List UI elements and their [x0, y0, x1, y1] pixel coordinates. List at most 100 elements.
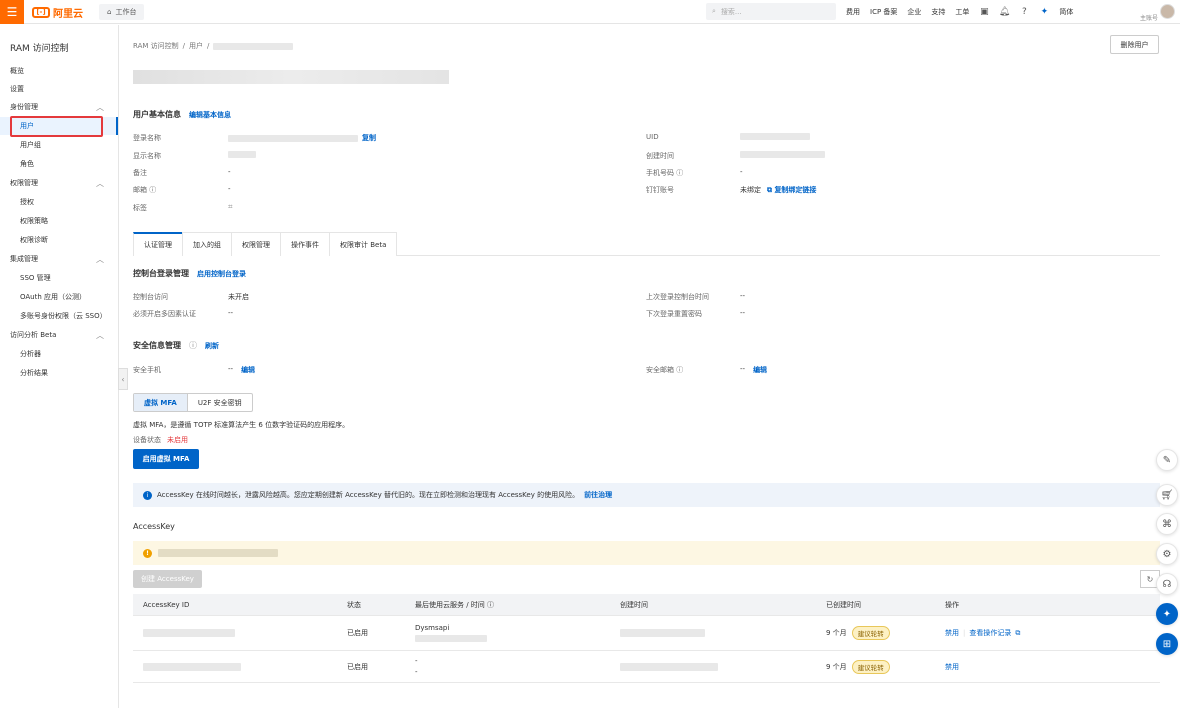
disable-link[interactable]: 禁用	[945, 628, 959, 638]
edit-security-phone-link[interactable]: 编辑	[241, 365, 255, 375]
tag-icon[interactable]: ⌗	[228, 202, 233, 212]
sidebar-item-cloud-sso[interactable]: 多账号身份权限（云 SSO）	[0, 307, 118, 325]
top-link-ticket[interactable]: 工单	[955, 7, 969, 17]
breadcrumb-users[interactable]: 用户	[189, 41, 203, 51]
refresh-security-link[interactable]: 刷新	[205, 341, 219, 351]
sidebar-item-sso[interactable]: SSO 管理	[0, 269, 118, 287]
sidebar-item-label: SSO 管理	[20, 274, 51, 282]
search-icon: ⌕	[712, 7, 716, 15]
sidebar-item-label: 用户组	[20, 141, 41, 149]
phone-value: -	[740, 168, 743, 176]
tab-audit[interactable]: 权限审计 Beta	[329, 232, 398, 256]
sidebar-item-policies[interactable]: 权限策略	[0, 212, 118, 230]
sidebar-item-label: 多账号身份权限（云 SSO）	[20, 312, 107, 320]
created-cell	[620, 651, 718, 682]
sidebar-item-oauth[interactable]: OAuth 应用（公测）	[0, 288, 118, 306]
breadcrumb-separator: /	[182, 42, 185, 50]
disable-link[interactable]: 禁用	[945, 662, 959, 672]
account-type: 主账号	[1139, 15, 1158, 22]
tab-groups[interactable]: 加入的组	[182, 232, 232, 256]
sidebar-item-grant[interactable]: 授权	[0, 193, 118, 211]
create-accesskey-button[interactable]: 创建 AccessKey	[133, 570, 202, 588]
sidebar-group-permissions[interactable]: 权限管理 ︿	[0, 174, 118, 192]
sidebar-item-settings[interactable]: 设置	[0, 80, 118, 98]
last-used-time-redacted	[415, 635, 487, 642]
status-cell: 已启用	[347, 662, 368, 671]
security-phone-text: --	[228, 365, 234, 373]
bell-icon[interactable]: 🔔︎	[999, 7, 1010, 17]
sidebar-item-user-groups[interactable]: 用户组	[0, 136, 118, 154]
top-link-fees[interactable]: 费用	[846, 7, 860, 17]
workbench-label: 工作台	[115, 8, 137, 16]
account-info[interactable]: 主账号	[1108, 2, 1158, 22]
tab-events[interactable]: 操作事件	[280, 232, 330, 256]
cart-float-icon[interactable]: 🛒︎	[1156, 484, 1178, 506]
edit-float-icon[interactable]: ✎	[1156, 449, 1178, 471]
help-icon[interactable]: ⓘ	[189, 340, 197, 351]
view-log-link[interactable]: 查看操作记录	[969, 628, 1011, 638]
phone-label: 手机号码 ⓘ	[646, 168, 683, 178]
sidebar-item-results[interactable]: 分析结果	[0, 364, 118, 382]
assistant-icon[interactable]: ✦	[1039, 7, 1049, 17]
edit-basic-info-link[interactable]: 编辑基本信息	[189, 110, 231, 120]
sidebar-item-overview[interactable]: 概览	[0, 62, 118, 80]
sidebar-item-analyzer[interactable]: 分析器	[0, 345, 118, 363]
help-icon[interactable]: ⓘ	[487, 600, 494, 610]
copy-login-name-link[interactable]: 复制	[362, 133, 376, 143]
code-float-icon[interactable]: ⌘	[1156, 513, 1178, 535]
sidebar-group-identity[interactable]: 身份管理 ︿	[0, 98, 118, 116]
aliyun-logo[interactable]: [-] 阿里云	[32, 5, 83, 20]
sidebar-title: RAM 访问控制	[10, 44, 69, 54]
basic-info-section-title: 用户基本信息 编辑基本信息	[133, 109, 231, 120]
help-icon[interactable]: ?	[1019, 7, 1029, 17]
apps-float-icon[interactable]: ⊞	[1156, 633, 1178, 655]
collapse-sidebar-button[interactable]: ‹	[118, 368, 128, 390]
settings-float-icon[interactable]: ⚙	[1156, 543, 1178, 565]
virtual-mfa-option[interactable]: 虚拟 MFA	[134, 394, 188, 411]
search-input[interactable]: ⌕ 搜索...	[706, 3, 836, 20]
display-name-label: 显示名称	[133, 152, 161, 160]
assistant-float-icon[interactable]: ✦	[1156, 603, 1178, 625]
help-icon[interactable]: ⓘ	[149, 186, 156, 194]
u2f-option[interactable]: U2F 安全密钥	[188, 394, 252, 411]
workbench-button[interactable]: ⌂ 工作台	[99, 4, 145, 20]
enable-mfa-button[interactable]: 启用虚拟 MFA	[133, 449, 199, 469]
menu-icon[interactable]: ☰	[0, 0, 24, 24]
last-used-cell: Dysmsapi	[415, 616, 487, 650]
enable-console-login-link[interactable]: 启用控制台登录	[197, 269, 246, 279]
tab-permissions[interactable]: 权限管理	[231, 232, 281, 256]
sidebar-group-analysis[interactable]: 访问分析 Beta ︿	[0, 326, 118, 344]
support-float-icon[interactable]: ☊	[1156, 573, 1178, 595]
help-icon[interactable]: ⓘ	[676, 366, 683, 374]
security-email-text: --	[740, 365, 746, 373]
tab-auth[interactable]: 认证管理	[133, 232, 183, 256]
last-used-service: Dysmsapi	[415, 624, 450, 632]
tab-bar: 认证管理 加入的组 权限管理 操作事件 权限审计 Beta	[133, 232, 1160, 256]
top-link-icp[interactable]: ICP 备案	[870, 7, 897, 17]
col-created: 创建时间	[620, 600, 648, 609]
sidebar-item-diagnosis[interactable]: 权限诊断	[0, 231, 118, 249]
chevron-up-icon: ︿	[96, 102, 104, 112]
table-row: 已启用 Dysmsapi 9 个月 建议轮转 禁用 | 查看操作记录 ⧉	[133, 616, 1160, 651]
top-link-support[interactable]: 支持	[931, 7, 945, 17]
top-bar: ☰ [-] 阿里云 ⌂ 工作台 ⌕ 搜索... 费用 ICP 备案 企业 支持 …	[0, 0, 1180, 24]
edit-security-email-link[interactable]: 编辑	[753, 365, 767, 375]
breadcrumb-username-redacted	[213, 42, 294, 50]
govern-link[interactable]: 前往治理	[584, 490, 612, 500]
avatar[interactable]	[1160, 4, 1175, 19]
sidebar-group-integration[interactable]: 集成管理 ︿	[0, 250, 118, 268]
delete-user-button[interactable]: 删除用户	[1110, 35, 1159, 54]
dingtalk-value: 未绑定 ⧉ 复制绑定链接	[740, 185, 816, 195]
sidebar-item-label: 权限诊断	[20, 236, 48, 244]
sidebar-item-roles[interactable]: 角色	[0, 155, 118, 173]
help-icon[interactable]: ⓘ	[676, 169, 683, 177]
language-switch[interactable]: 简体	[1059, 7, 1073, 17]
last-login-value: --	[740, 292, 746, 300]
breadcrumb-ram[interactable]: RAM 访问控制	[133, 41, 179, 51]
dingtalk-status: 未绑定	[740, 186, 761, 194]
breadcrumb-separator: /	[207, 42, 210, 50]
top-link-enterprise[interactable]: 企业	[907, 7, 921, 17]
screen-icon[interactable]: ▣	[979, 7, 989, 17]
console-login-title: 控制台登录管理	[133, 269, 189, 278]
copy-bind-link[interactable]: ⧉ 复制绑定链接	[767, 185, 816, 195]
